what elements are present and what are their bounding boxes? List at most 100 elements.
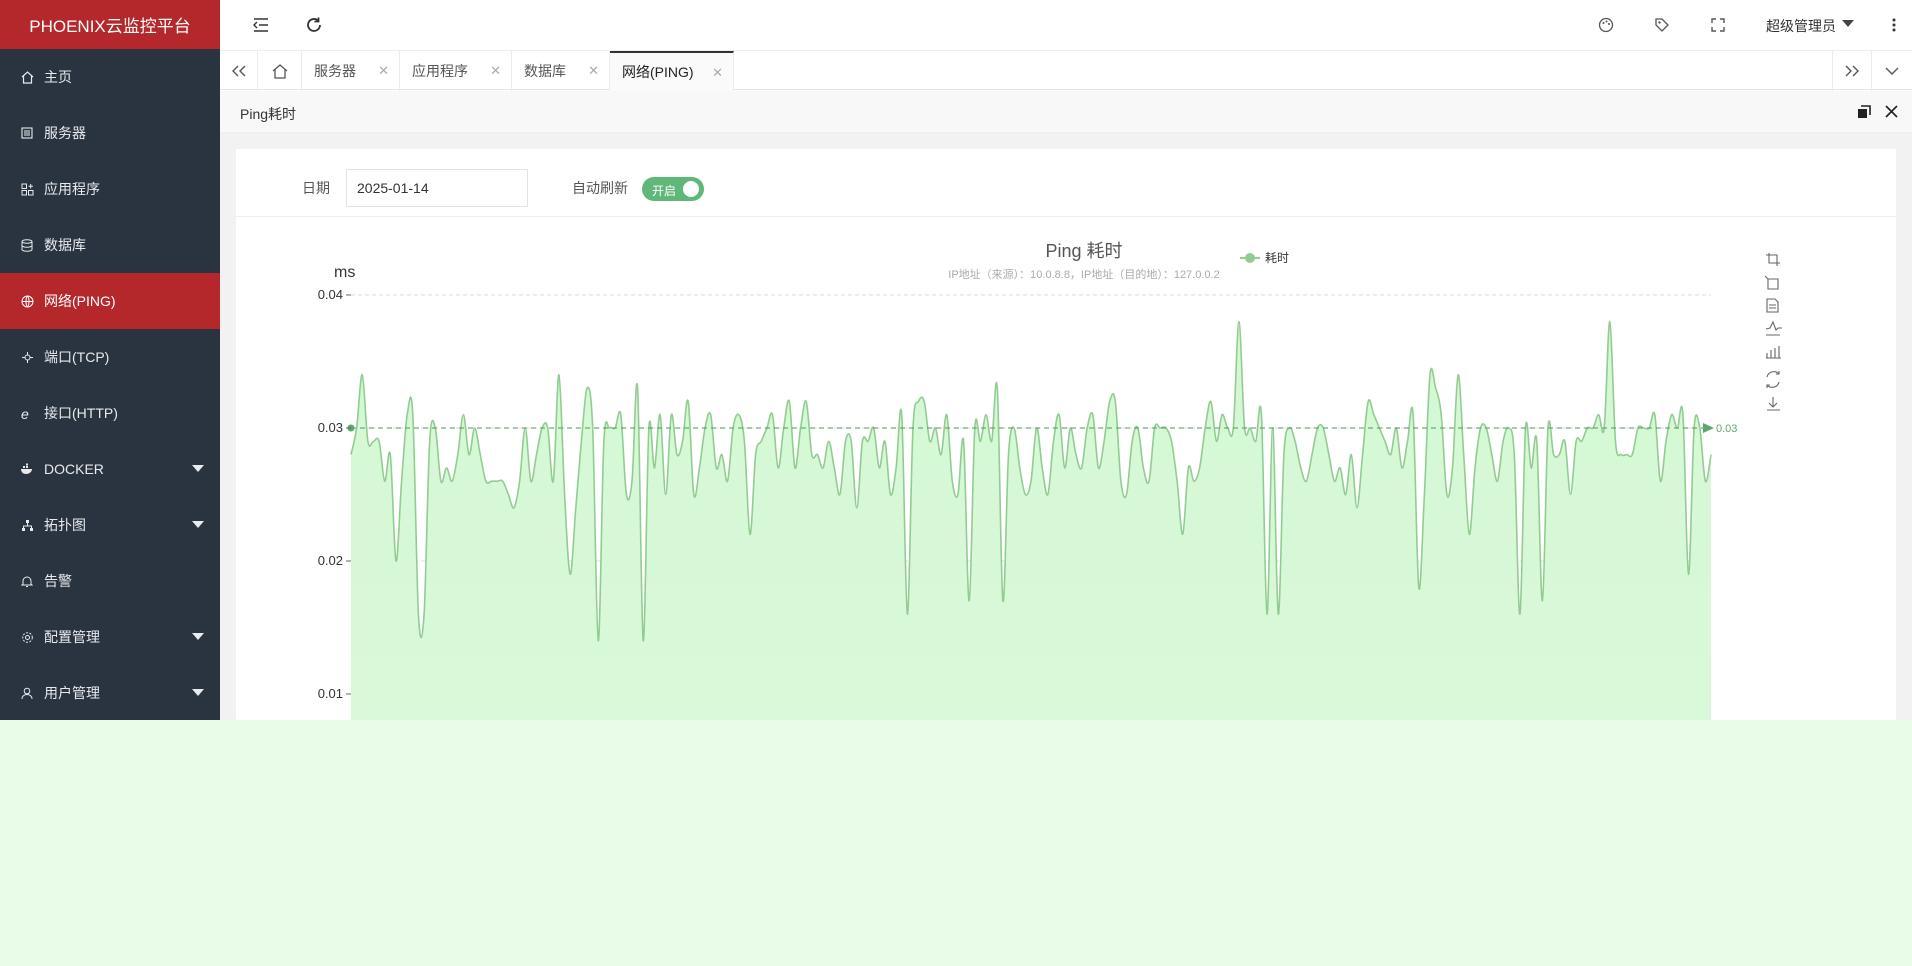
expand-caret-icon[interactable] bbox=[192, 465, 204, 472]
app-logo[interactable]: PHOENIX云监控平台 bbox=[0, 0, 220, 49]
legend-label: 耗时 bbox=[1265, 251, 1289, 265]
date-input[interactable] bbox=[346, 169, 528, 207]
gear-icon bbox=[20, 630, 34, 644]
tabs-scroll-left-icon[interactable] bbox=[220, 51, 258, 91]
sidebar-item[interactable]: 主页 bbox=[0, 49, 220, 105]
sidebar-item-label: 拓扑图 bbox=[44, 517, 86, 533]
chart-card: 日期 自动刷新 开启 0.03 0.04 0.03 0.02 0.01 bbox=[236, 149, 1896, 720]
page-tabs: 服务器 ✕ 应用程序 ✕ 数据库 ✕ 网络(PING) ✕ bbox=[220, 50, 1912, 91]
bell-icon bbox=[20, 574, 34, 588]
chart-subtitle: IP地址（来源）：10.0.8.8，IP地址（目的地）：127.0.0.2 bbox=[948, 267, 1219, 281]
auto-refresh-toggle[interactable]: 开启 bbox=[642, 177, 704, 201]
topology-icon bbox=[20, 518, 34, 532]
y-tick-label: 0.04 bbox=[318, 287, 343, 302]
sidebar-item-label: DOCKER bbox=[44, 461, 104, 477]
bar-chart-icon[interactable] bbox=[1766, 346, 1781, 359]
tab-label: 数据库 bbox=[524, 63, 566, 79]
tab-home-icon[interactable] bbox=[258, 51, 302, 91]
tab-application[interactable]: 应用程序 ✕ bbox=[400, 51, 512, 91]
restore-window-icon[interactable] bbox=[1857, 105, 1871, 124]
tabs-menu-chevron-down-icon[interactable] bbox=[1872, 51, 1912, 91]
fullscreen-icon[interactable] bbox=[1707, 14, 1729, 36]
tabs-scroll-right-icon[interactable] bbox=[1832, 51, 1872, 91]
sidebar-item[interactable]: 用户管理 bbox=[0, 665, 220, 721]
tab-server[interactable]: 服务器 ✕ bbox=[302, 51, 400, 91]
sidebar-item[interactable]: DOCKER bbox=[0, 441, 220, 497]
tab-close-icon[interactable]: ✕ bbox=[378, 63, 389, 79]
sidebar-item[interactable]: 拓扑图 bbox=[0, 497, 220, 553]
more-vertical-icon[interactable] bbox=[1883, 14, 1905, 36]
y-axis-label: ms bbox=[334, 264, 355, 281]
sidebar-item[interactable]: 网络(PING) bbox=[0, 273, 220, 329]
top-header: 超级管理员 bbox=[220, 0, 1912, 50]
chart-title: Ping 耗时 bbox=[1045, 241, 1122, 261]
series-area bbox=[351, 321, 1711, 720]
auto-refresh-label: 自动刷新 bbox=[572, 180, 628, 196]
tab-label: 网络(PING) bbox=[622, 64, 694, 80]
date-label: 日期 bbox=[302, 180, 330, 196]
data-view-icon[interactable] bbox=[1766, 298, 1779, 313]
server-icon bbox=[20, 126, 34, 140]
y-axis-ticks: 0.04 0.03 0.02 0.01 bbox=[318, 287, 351, 701]
tag-icon[interactable] bbox=[1651, 14, 1673, 36]
expand-caret-icon[interactable] bbox=[192, 689, 204, 696]
sidebar-item-label: 用户管理 bbox=[44, 685, 100, 701]
markline-label: 0.03 bbox=[1716, 423, 1737, 435]
refresh-icon[interactable] bbox=[303, 14, 325, 36]
panel-header: Ping耗时 bbox=[220, 91, 1912, 133]
sidebar-item-label: 主页 bbox=[44, 69, 72, 85]
tab-close-icon[interactable]: ✕ bbox=[712, 65, 723, 81]
tab-ping[interactable]: 网络(PING) ✕ bbox=[610, 51, 734, 91]
tab-database[interactable]: 数据库 ✕ bbox=[512, 51, 610, 91]
chart-legend[interactable]: 耗时 bbox=[1240, 251, 1289, 265]
sidebar-item[interactable]: 端口(TCP) bbox=[0, 329, 220, 385]
sidebar-item[interactable]: 配置管理 bbox=[0, 609, 220, 665]
y-tick-label: 0.02 bbox=[318, 553, 343, 568]
chart-area-overflow bbox=[0, 720, 1912, 966]
sidebar-item[interactable]: 应用程序 bbox=[0, 161, 220, 217]
data-zoom-icon[interactable] bbox=[1766, 253, 1780, 266]
sidebar-item-label: 数据库 bbox=[44, 237, 86, 253]
filter-form: 日期 自动刷新 开启 bbox=[236, 149, 1896, 217]
home-icon bbox=[20, 70, 34, 84]
app-icon bbox=[20, 182, 34, 196]
chart-toolbox bbox=[1764, 253, 1782, 411]
expand-caret-icon[interactable] bbox=[192, 521, 204, 528]
sidebar-item-label: 网络(PING) bbox=[44, 293, 116, 309]
markline-arrow bbox=[1703, 423, 1714, 433]
save-image-icon[interactable] bbox=[1767, 397, 1780, 411]
tab-close-icon[interactable]: ✕ bbox=[588, 63, 599, 79]
menu-collapse-icon[interactable] bbox=[250, 14, 272, 36]
restore-icon[interactable] bbox=[1766, 371, 1780, 388]
sidebar-item-label: 配置管理 bbox=[44, 629, 100, 645]
database-icon bbox=[20, 238, 34, 252]
user-menu[interactable]: 超级管理员 bbox=[1766, 16, 1836, 36]
y-tick-label: 0.01 bbox=[318, 686, 343, 701]
ie-icon: e bbox=[20, 406, 34, 420]
sidebar-item[interactable]: 数据库 bbox=[0, 217, 220, 273]
sidebar-item[interactable]: 告警 bbox=[0, 553, 220, 609]
sidebar-item[interactable]: e 接口(HTTP) bbox=[0, 385, 220, 441]
tab-close-icon[interactable]: ✕ bbox=[490, 63, 501, 79]
user-dropdown-caret-icon[interactable] bbox=[1842, 20, 1854, 27]
main-content: Ping耗时 日期 自动刷新 开启 bbox=[220, 91, 1912, 720]
docker-icon bbox=[20, 462, 34, 476]
sidebar: PHOENIX云监控平台 主页服务器 应用程序数据库网络(PING) 端口(TCP)… bbox=[0, 0, 220, 720]
port-icon bbox=[20, 350, 34, 364]
zoom-reset-icon[interactable] bbox=[1764, 275, 1779, 290]
tab-label: 应用程序 bbox=[412, 63, 468, 79]
sidebar-item-label: 接口(HTTP) bbox=[44, 405, 118, 421]
theme-palette-icon[interactable] bbox=[1595, 14, 1617, 36]
expand-caret-icon[interactable] bbox=[192, 633, 204, 640]
panel-title: Ping耗时 bbox=[240, 106, 297, 122]
close-panel-icon[interactable] bbox=[1885, 105, 1898, 123]
sidebar-item-label: 端口(TCP) bbox=[44, 349, 110, 365]
legend-marker bbox=[1245, 253, 1255, 263]
sidebar-item[interactable]: 服务器 bbox=[0, 105, 220, 161]
tab-label: 服务器 bbox=[314, 63, 356, 79]
user-icon bbox=[20, 686, 34, 700]
sidebar-item-label: 告警 bbox=[44, 573, 72, 589]
ping-latency-chart: 0.03 0.04 0.03 0.02 0.01 ms Ping 耗时 IP地址（来源… bbox=[318, 241, 1782, 720]
svg-text:e: e bbox=[21, 407, 29, 420]
line-chart-icon[interactable] bbox=[1765, 320, 1782, 336]
